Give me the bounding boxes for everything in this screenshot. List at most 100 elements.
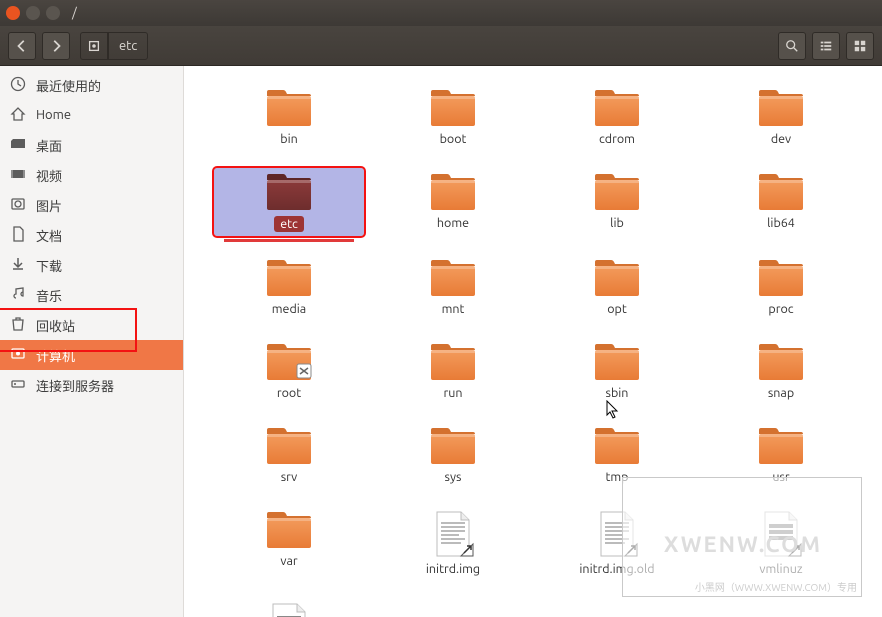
item-label: bin: [280, 132, 298, 146]
folder-root[interactable]: root: [214, 338, 364, 404]
folder-boot[interactable]: boot: [378, 84, 528, 150]
sidebar-item-label: 图片: [36, 196, 62, 215]
folder-etc[interactable]: etc: [214, 168, 364, 236]
breadcrumb-item-etc[interactable]: etc: [108, 32, 148, 60]
folder-lib[interactable]: lib: [542, 168, 692, 236]
pictures-icon: [10, 196, 26, 215]
item-label: mnt: [442, 302, 465, 316]
folder-icon: [757, 88, 805, 128]
file-initrd-img[interactable]: initrd.img: [378, 506, 528, 580]
folder-sys[interactable]: sys: [378, 422, 528, 488]
item-label: srv: [281, 470, 298, 484]
sidebar-item-documents[interactable]: 文档: [0, 220, 183, 250]
window-title: /: [72, 6, 77, 20]
maximize-icon[interactable]: [46, 6, 60, 20]
music-icon: [10, 286, 26, 305]
window-titlebar: /: [0, 0, 882, 26]
trash-icon: [10, 316, 26, 335]
view-list-button[interactable]: [812, 32, 840, 60]
close-icon[interactable]: [6, 6, 20, 20]
list-view-icon: [819, 39, 833, 53]
connect-icon: [10, 376, 26, 395]
minimize-icon[interactable]: [26, 6, 40, 20]
folder-bin[interactable]: bin: [214, 84, 364, 150]
window-controls: [6, 6, 60, 20]
folder-icon: [593, 426, 641, 466]
computer-icon: [10, 346, 26, 365]
sidebar-item-videos[interactable]: 视频: [0, 160, 183, 190]
sidebar-item-label: 回收站: [36, 316, 75, 335]
folder-srv[interactable]: srv: [214, 422, 364, 488]
sidebar-item-label: 下载: [36, 256, 62, 275]
folder-run[interactable]: run: [378, 338, 528, 404]
file-initrd-img-old[interactable]: initrd.img.old: [542, 506, 692, 580]
folder-icon: [265, 510, 313, 550]
folder-var[interactable]: var: [214, 506, 364, 580]
file-vmlinuz[interactable]: vmlinuz: [706, 506, 856, 580]
folder-icon: [265, 258, 313, 298]
sidebar: 最近使用的 Home 桌面视频图片文档下载音乐回收站计算机连接到服务器: [0, 66, 184, 617]
sidebar-item-downloads[interactable]: 下载: [0, 250, 183, 280]
breadcrumb-root-button[interactable]: [80, 32, 108, 60]
sidebar-item-label: 最近使用的: [36, 76, 101, 95]
item-label: dev: [771, 132, 791, 146]
folder-lib64[interactable]: lib64: [706, 168, 856, 236]
sidebar-item-connect[interactable]: 连接到服务器: [0, 370, 183, 400]
view-grid-button[interactable]: [846, 32, 874, 60]
sidebar-item-trash[interactable]: 回收站: [0, 310, 183, 340]
forward-button[interactable]: [42, 32, 70, 60]
file-vmlinuz-old[interactable]: vmlinuz.old: [214, 598, 364, 617]
item-label: snap: [768, 386, 794, 400]
toolbar: etc: [0, 26, 882, 66]
folder-icon: [593, 88, 641, 128]
folder-proc[interactable]: proc: [706, 254, 856, 320]
sidebar-item-label: 音乐: [36, 286, 62, 305]
item-label: vmlinuz: [759, 562, 802, 576]
folder-icon: [265, 342, 313, 382]
sidebar-item-pictures[interactable]: 图片: [0, 190, 183, 220]
sidebar-item-computer[interactable]: 计算机: [0, 340, 183, 370]
item-label: var: [280, 554, 297, 568]
folder-opt[interactable]: opt: [542, 254, 692, 320]
folder-icon: [593, 172, 641, 212]
item-label: initrd.img: [426, 562, 480, 576]
item-label: root: [277, 386, 301, 400]
folder-tmp[interactable]: tmp: [542, 422, 692, 488]
folder-cdrom[interactable]: cdrom: [542, 84, 692, 150]
item-label: lib64: [767, 216, 795, 230]
sidebar-item-desktop[interactable]: 桌面: [0, 130, 183, 160]
sidebar-item-music[interactable]: 音乐: [0, 280, 183, 310]
folder-dev[interactable]: dev: [706, 84, 856, 150]
item-label: media: [272, 302, 306, 316]
folder-home[interactable]: home: [378, 168, 528, 236]
item-label: usr: [772, 470, 789, 484]
folder-media[interactable]: media: [214, 254, 364, 320]
folder-snap[interactable]: snap: [706, 338, 856, 404]
sidebar-item-label: 文档: [36, 226, 62, 245]
file-bin-icon: [267, 602, 311, 617]
breadcrumb: etc: [80, 32, 148, 60]
videos-icon: [10, 166, 26, 185]
downloads-icon: [10, 256, 26, 275]
desktop-icon: [10, 136, 26, 155]
item-label: lib: [610, 216, 624, 230]
folder-icon: [265, 426, 313, 466]
file-bin-icon: [759, 510, 803, 558]
back-button[interactable]: [8, 32, 36, 60]
home-icon: [10, 106, 26, 125]
folder-sbin[interactable]: sbin: [542, 338, 692, 404]
sidebar-item-recent[interactable]: 最近使用的: [0, 70, 183, 100]
sidebar-item-label: 连接到服务器: [36, 376, 114, 395]
folder-usr[interactable]: usr: [706, 422, 856, 488]
search-icon: [785, 39, 799, 53]
folder-mnt[interactable]: mnt: [378, 254, 528, 320]
search-button[interactable]: [778, 32, 806, 60]
sidebar-item-label: 桌面: [36, 136, 62, 155]
sidebar-item-label: 计算机: [36, 346, 75, 365]
sidebar-item-home[interactable]: Home: [0, 100, 183, 130]
file-grid-pane: bin bootcdrom dev etchome lib lib64 media mnt op…: [184, 66, 882, 617]
sidebar-item-label: 视频: [36, 166, 62, 185]
grid-view-icon: [853, 39, 867, 53]
folder-icon: [429, 258, 477, 298]
item-label: tmp: [605, 470, 628, 484]
